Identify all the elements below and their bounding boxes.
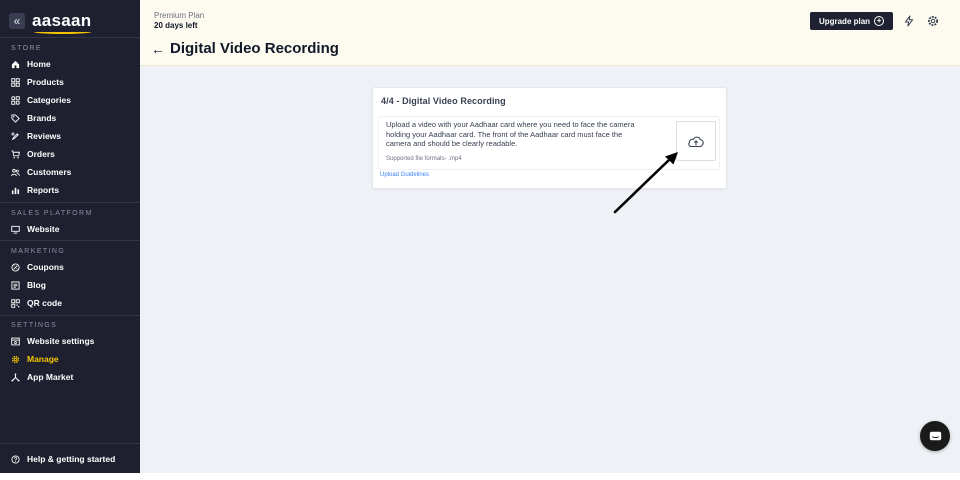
sidebar-item-categories[interactable]: Categories: [0, 91, 140, 109]
sidebar-item-home[interactable]: Home: [0, 55, 140, 73]
logo[interactable]: aasaan: [32, 11, 92, 34]
supported-formats: Supported file formats- .mp4: [386, 156, 462, 162]
upgrade-plan-label: Upgrade plan: [818, 16, 871, 26]
nav-section-sales-platform: SALES PLATFORM Website: [0, 208, 140, 238]
sidebar-item-label: Home: [27, 59, 51, 69]
divider: [0, 315, 140, 316]
cart-icon: [11, 149, 20, 159]
sidebar-item-website[interactable]: Website: [0, 220, 140, 238]
upload-guidelines-link[interactable]: Upload Guidelines: [380, 172, 429, 178]
sidebar-item-customers[interactable]: Customers: [0, 163, 140, 181]
nav-section-settings: SETTINGS Website settings Manage App Mar…: [0, 320, 140, 386]
tag-icon: [11, 113, 20, 123]
sidebar-item-brands[interactable]: Brands: [0, 109, 140, 127]
back-arrow-icon[interactable]: ←: [151, 42, 165, 56]
divider: [0, 37, 140, 38]
sidebar-item-label: App Market: [27, 372, 74, 382]
help-icon: [11, 454, 20, 464]
website-settings-icon: [11, 337, 20, 346]
sidebar-item-reviews[interactable]: Reviews: [0, 127, 140, 145]
plan-days-left: 20 days left: [154, 21, 198, 30]
sidebar-item-qr-code[interactable]: QR code: [0, 294, 140, 312]
gear-icon[interactable]: [927, 15, 939, 27]
divider: [0, 240, 140, 241]
sidebar-item-orders[interactable]: Orders: [0, 145, 140, 163]
customers-icon: [11, 168, 20, 177]
categories-icon: [11, 95, 20, 105]
brand-row: « aasaan: [9, 11, 92, 34]
divider: [0, 443, 140, 444]
plus-circle-icon: +: [874, 16, 885, 26]
page-title: Digital Video Recording: [170, 40, 339, 57]
chat-button[interactable]: [920, 421, 950, 451]
monitor-icon: [11, 225, 20, 234]
sidebar-item-app-market[interactable]: App Market: [0, 368, 140, 386]
divider: [0, 202, 140, 203]
sidebar-item-label: Reports: [27, 185, 60, 195]
sidebar-item-website-settings[interactable]: Website settings: [0, 332, 140, 350]
sidebar-item-label: Reviews: [27, 131, 62, 141]
sidebar-item-help[interactable]: Help & getting started: [0, 450, 115, 468]
logo-swoosh: [34, 30, 92, 34]
sidebar-item-label: Website: [27, 224, 60, 234]
sidebar-item-label: Customers: [27, 167, 72, 177]
sidebar-item-label: Website settings: [27, 336, 95, 346]
chat-icon: [929, 431, 941, 440]
topbar: Premium Plan 20 days left ← Digital Vide…: [140, 0, 960, 66]
sidebar-item-coupons[interactable]: Coupons: [0, 258, 140, 276]
sidebar-item-label: Blog: [27, 280, 46, 290]
sidebar-item-reports[interactable]: Reports: [0, 181, 140, 199]
gear-icon: [11, 355, 20, 364]
nav-section-store: STORE Home Products Categories Brands Re…: [0, 43, 140, 199]
cloud-upload-icon: [688, 136, 704, 147]
sidebar: « aasaan STORE Home Products Categories …: [0, 0, 140, 473]
card-title: 4/4 - Digital Video Recording: [381, 96, 506, 106]
sidebar-item-manage[interactable]: Manage: [0, 350, 140, 368]
section-title: STORE: [11, 45, 42, 52]
lightning-icon[interactable]: [903, 15, 915, 27]
section-title: MARKETING: [11, 248, 66, 255]
reports-icon: [11, 186, 20, 195]
sidebar-item-label: Categories: [27, 95, 71, 105]
annotation-arrow: [613, 152, 678, 214]
logo-text: aasaan: [32, 11, 92, 30]
home-icon: [11, 60, 20, 69]
qr-code-icon: [11, 298, 20, 308]
sidebar-item-label: Products: [27, 77, 64, 87]
app-market-icon: [11, 372, 20, 382]
sidebar-item-label: Manage: [27, 354, 59, 364]
upgrade-plan-button[interactable]: Upgrade plan +: [810, 12, 893, 30]
sidebar-item-label: Orders: [27, 149, 55, 159]
sidebar-item-label: Coupons: [27, 262, 64, 272]
sidebar-item-blog[interactable]: Blog: [0, 276, 140, 294]
sidebar-item-products[interactable]: Products: [0, 73, 140, 91]
sidebar-item-label: QR code: [27, 298, 62, 308]
products-icon: [11, 77, 20, 87]
main-content: Premium Plan 20 days left ← Digital Vide…: [140, 0, 960, 473]
sidebar-item-label: Help & getting started: [27, 454, 116, 464]
sidebar-item-label: Brands: [27, 113, 57, 123]
plan-name: Premium Plan: [154, 11, 205, 20]
blog-icon: [11, 280, 20, 290]
upload-instructions: Upload a video with your Aadhaar card wh…: [386, 120, 635, 149]
coupon-icon: [11, 262, 20, 272]
double-chevron-left-icon[interactable]: «: [9, 13, 25, 29]
nav-section-marketing: MARKETING Coupons Blog QR code: [0, 246, 140, 312]
section-title: SETTINGS: [11, 322, 58, 329]
page-title-row: ← Digital Video Recording: [151, 40, 339, 57]
section-title: SALES PLATFORM: [11, 210, 93, 217]
reviews-icon: [11, 131, 20, 141]
